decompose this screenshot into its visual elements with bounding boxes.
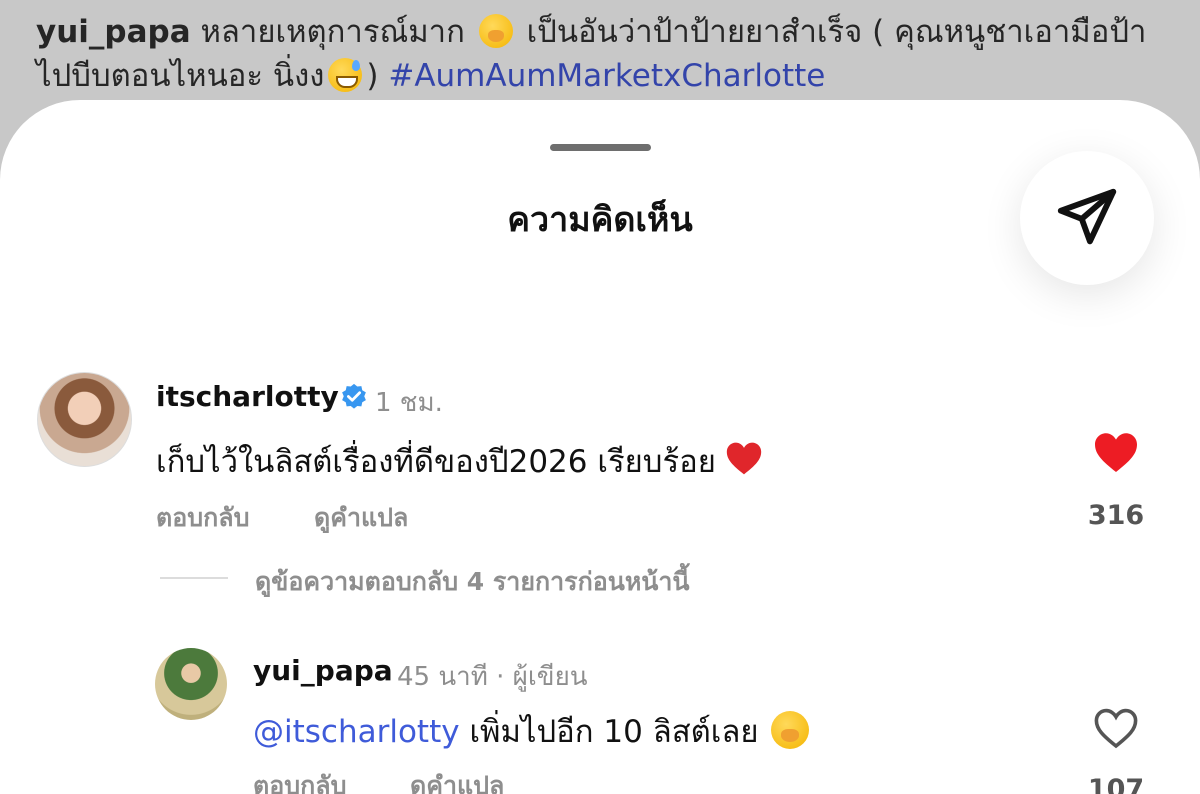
view-previous-replies-button[interactable]: ดูข้อความตอบกลับ 4 รายการก่อนหน้านี้ [255, 562, 690, 602]
mention-link[interactable]: @itscharlotty [253, 714, 460, 750]
comment-time: 45 นาที [397, 662, 488, 692]
sheet-grabber[interactable] [550, 144, 651, 151]
author-label: · ผู้เขียน [496, 662, 588, 692]
comment-username[interactable]: yui_papa [253, 654, 393, 687]
comment-body: เพิ่มไปอีก 10 ลิสต์เลย [469, 714, 759, 750]
red-heart-emoji-icon [726, 442, 762, 475]
heart-outline-icon [1094, 708, 1138, 749]
avatar[interactable] [155, 648, 227, 720]
avatar[interactable] [37, 372, 132, 467]
caption-username[interactable]: yui_papa [36, 14, 191, 50]
reply-button[interactable]: ตอบกลับ [156, 498, 249, 538]
like-button[interactable] [1092, 706, 1140, 754]
comment-text: @itscharlotty เพิ่มไปอีก 10 ลิสต์เลย [253, 706, 809, 756]
comments-sheet: ความคิดเห็น itscharlotty 1 ชม. เก็บไว้ใน… [0, 100, 1200, 794]
hand-over-mouth-emoji-icon [478, 14, 513, 48]
like-button[interactable] [1092, 430, 1140, 478]
replies-divider [160, 577, 228, 579]
like-count: 107 [1087, 774, 1145, 794]
share-button[interactable] [1020, 151, 1154, 285]
comment-body: เก็บไว้ในลิสต์เรื่องที่ดีของปี2026 เรียบ… [156, 444, 716, 480]
post-caption: yui_papa หลายเหตุการณ์มาก เป็นอันว่าป้าป… [36, 10, 1176, 98]
caption-text-1: หลายเหตุการณ์มาก [200, 14, 465, 50]
see-translation-button[interactable]: ดูคำแปล [314, 498, 408, 538]
like-count: 316 [1087, 500, 1145, 531]
caption-hashtag[interactable]: #AumAumMarketxCharlotte [388, 58, 825, 94]
paper-plane-icon [1057, 188, 1117, 245]
comment-time: 1 ชม. [375, 388, 443, 418]
see-translation-button[interactable]: ดูคำแปล [410, 766, 504, 794]
comment-username[interactable]: itscharlotty [156, 380, 339, 413]
comment-text: เก็บไว้ในลิสต์เรื่องที่ดีของปี2026 เรียบ… [156, 436, 764, 486]
heart-filled-icon [1095, 433, 1137, 472]
grinning-sweat-emoji-icon [328, 58, 363, 92]
verified-badge-icon [342, 383, 366, 409]
comment-meta: 45 นาที · ผู้เขียน [397, 656, 588, 697]
reply-button[interactable]: ตอบกลับ [253, 766, 346, 794]
hand-over-mouth-emoji-icon [770, 711, 809, 749]
caption-text-3: ) [366, 58, 379, 94]
